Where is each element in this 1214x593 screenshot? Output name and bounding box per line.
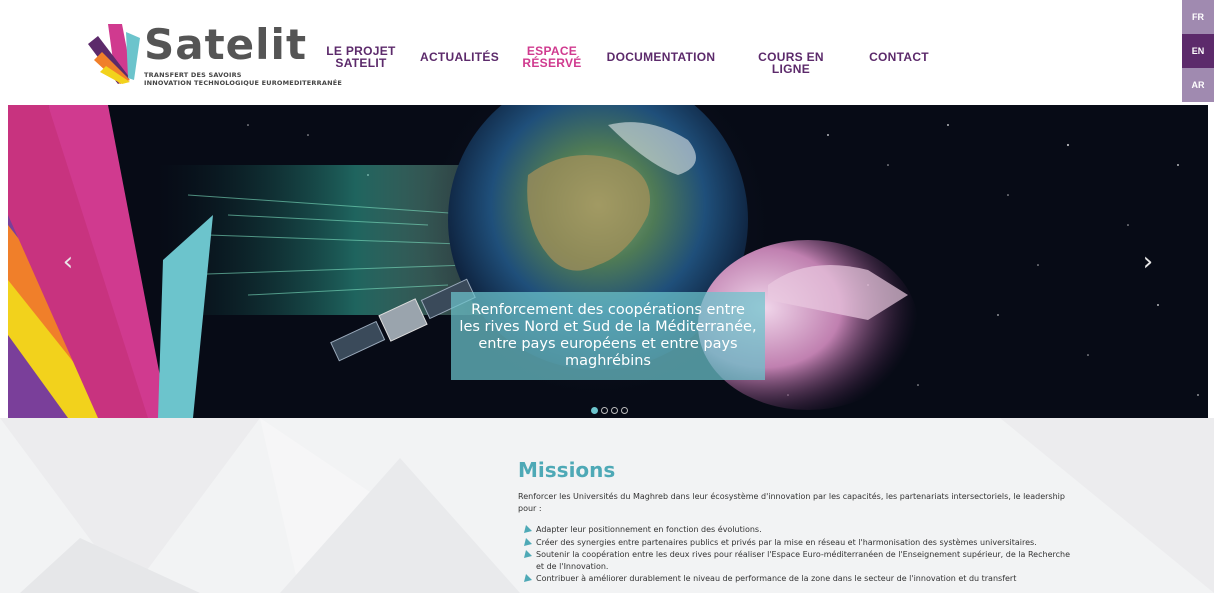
list-item-text: Adapter leur positionnement en fonction …: [536, 525, 762, 534]
lang-button-fr[interactable]: FR: [1182, 0, 1214, 34]
nav-item-contact[interactable]: CONTACT: [866, 51, 932, 63]
site-logo[interactable]: Satelit TRANSFERT DES SAVOIRS INNOVATION…: [88, 22, 342, 88]
nav-item-le-projet[interactable]: LE PROJET SATELIT: [326, 45, 396, 69]
lang-button-en[interactable]: EN: [1182, 34, 1214, 68]
list-item-text: Créer des synergies entre partenaires pu…: [536, 537, 1037, 547]
nav-item-label: SATELIT: [335, 56, 387, 70]
nav-item-actualites[interactable]: ACTUALITÉS: [420, 50, 499, 64]
slider-next-button[interactable]: ›: [1136, 247, 1160, 277]
arrow-bullet-icon: [524, 550, 532, 558]
list-item: Adapter leur positionnement en fonction …: [524, 524, 1078, 536]
site-header: Satelit TRANSFERT DES SAVOIRS INNOVATION…: [0, 0, 1214, 105]
list-item: Contribuer à améliorer durablement le ni…: [524, 573, 1078, 585]
slider-dot[interactable]: [601, 407, 608, 414]
logo-mark-icon: [88, 24, 140, 84]
missions-section: Missions Renforcer les Universités du Ma…: [0, 418, 1214, 593]
hero-slider: ‹ › Renforcement des coopérations entre …: [8, 105, 1208, 418]
nav-item-label: CONTACT: [869, 50, 929, 64]
nav-item-documentation[interactable]: DOCUMENTATION: [605, 51, 717, 63]
language-switcher: FR EN AR: [1182, 0, 1214, 102]
list-item-text: Soutenir la coopération entre les deux r…: [536, 550, 1070, 571]
slide-caption: Renforcement des coopérations entre les …: [451, 292, 765, 380]
arrow-bullet-icon: [524, 537, 532, 546]
nav-item-label: ACTUALITÉS: [420, 50, 499, 64]
arrow-bullet-icon: [524, 525, 532, 533]
missions-block: Missions Renforcer les Universités du Ma…: [518, 458, 1078, 586]
list-item: Créer des synergies entre partenaires pu…: [524, 537, 1078, 549]
lang-button-ar[interactable]: AR: [1182, 68, 1214, 102]
slider-prev-button[interactable]: ‹: [56, 247, 80, 277]
nav-item-label: COURS EN LIGNE: [758, 50, 824, 76]
slider-pagination: [591, 407, 628, 414]
arrow-bullet-icon: [524, 574, 532, 582]
logo-tagline: TRANSFERT DES SAVOIRS INNOVATION TECHNOL…: [144, 71, 342, 87]
slider-dot[interactable]: [591, 407, 598, 414]
nav-item-cours-en-ligne[interactable]: COURS EN LIGNE: [740, 51, 842, 75]
nav-item-label: RÉSERVÉ: [522, 56, 582, 70]
slider-dot[interactable]: [621, 407, 628, 414]
nav-item-label: DOCUMENTATION: [606, 50, 716, 64]
chevron-left-icon: ‹: [62, 247, 74, 277]
chevron-right-icon: ›: [1142, 247, 1154, 277]
list-item: Soutenir la coopération entre les deux r…: [524, 549, 1078, 572]
missions-intro: Renforcer les Universités du Maghreb dan…: [518, 492, 1065, 513]
logo-tagline-line1: TRANSFERT DES SAVOIRS: [144, 71, 242, 79]
missions-list: Adapter leur positionnement en fonction …: [518, 524, 1078, 585]
slider-dot[interactable]: [611, 407, 618, 414]
logo-tagline-line2: INNOVATION TECHNOLOGIQUE EUROMEDITERRANÉ…: [144, 79, 342, 87]
nav-item-espace-reserve[interactable]: ESPACE RÉSERVÉ: [520, 45, 584, 69]
list-item-text: Contribuer à améliorer durablement le ni…: [536, 574, 1017, 583]
missions-title: Missions: [518, 458, 616, 482]
logo-name: Satelit: [144, 20, 308, 69]
